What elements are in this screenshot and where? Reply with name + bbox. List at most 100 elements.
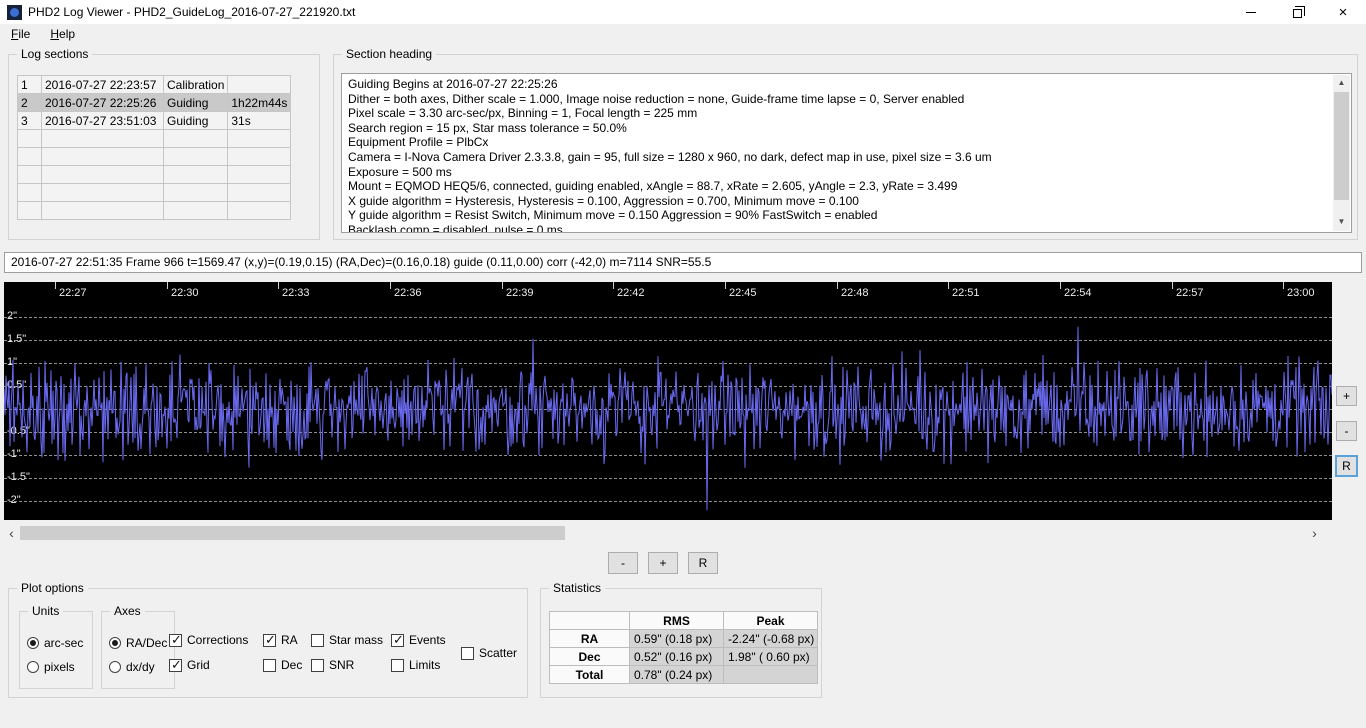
log-row-empty[interactable] — [17, 165, 292, 184]
log-row-datetime[interactable]: 2016-07-27 22:25:26 — [41, 93, 164, 112]
horizontal-zoom-out-button[interactable]: - — [608, 552, 638, 574]
log-row-empty[interactable] — [17, 183, 292, 202]
log-sections-table: 1 2016-07-27 22:23:57 Calibration 2 2016… — [17, 75, 292, 220]
log-row-number[interactable]: 2 — [17, 93, 42, 112]
close-button[interactable]: × — [1320, 0, 1366, 24]
log-text-line: Backlash comp = disabled, pulse = 0 ms — [348, 222, 563, 233]
checkbox-icon — [169, 657, 182, 673]
stats-row-total: Total 0.78" (0.24 px) — [549, 665, 818, 684]
radio-dx-dy[interactable]: dx/dy — [109, 660, 155, 674]
menu-help[interactable]: Help — [48, 26, 77, 42]
log-row-empty[interactable] — [17, 147, 292, 166]
scroll-left-icon[interactable]: ‹ — [4, 525, 19, 541]
log-text-line: Y guide algorithm = Resist Switch, Minim… — [348, 208, 878, 223]
stats-row-ra: RA 0.59" (0.18 px) -2.24" (-0.68 px) — [549, 629, 818, 648]
log-text-line: Search region = 15 px, Star mass toleran… — [348, 120, 627, 135]
log-row-duration[interactable]: 1h22m44s — [227, 93, 292, 112]
scrollbar-thumb[interactable] — [1334, 92, 1349, 200]
checkbox-icon — [391, 632, 404, 648]
statistics-table: RMS Peak RA 0.59" (0.18 px) -2.24" (-0.6… — [549, 611, 818, 684]
checkbox-ra[interactable]: RA — [263, 632, 298, 648]
log-text-line: X guide algorithm = Hysteresis, Hysteres… — [348, 193, 859, 208]
checkbox-icon — [263, 632, 276, 648]
radio-arc-sec[interactable]: arc-sec — [27, 636, 83, 650]
restore-button[interactable] — [1274, 0, 1320, 24]
stats-row-label: Total — [549, 665, 630, 684]
log-row-type[interactable]: Calibration — [162, 75, 229, 94]
stats-ra-peak: -2.24" (-0.68 px) — [723, 629, 818, 648]
checkbox-events[interactable]: Events — [391, 632, 446, 648]
log-row-duration[interactable]: 31s — [227, 111, 292, 130]
checkbox-icon — [311, 633, 324, 647]
scroll-down-icon[interactable]: ▼ — [1333, 214, 1350, 231]
checkbox-star-mass[interactable]: Star mass — [311, 633, 383, 647]
log-row-number[interactable]: 1 — [17, 75, 42, 94]
log-text-line: Equipment Profile = PlbCx — [348, 135, 489, 150]
log-row[interactable]: 2 2016-07-27 22:25:26 Guiding 1h22m44s — [17, 93, 292, 112]
vertical-zoom-reset-button[interactable]: R — [1335, 455, 1358, 477]
stats-corner-cell — [549, 611, 630, 630]
checkbox-label: Dec — [281, 658, 303, 672]
log-row-datetime[interactable]: 2016-07-27 22:23:57 — [41, 75, 164, 94]
checkbox-dec[interactable]: Dec — [263, 658, 302, 672]
graph-hscrollbar[interactable]: ‹ › — [4, 525, 1322, 541]
section-heading-textbox[interactable]: Guiding Begins at 2016-07-27 22:25:26 Di… — [341, 73, 1352, 233]
guide-trace — [4, 326, 1332, 511]
guide-graph[interactable]: 22:27 22:30 22:33 22:36 22:39 22:42 22:4… — [4, 282, 1332, 520]
vertical-zoom-in-button[interactable]: + — [1336, 386, 1357, 406]
log-sections-label: Log sections — [17, 47, 93, 61]
menu-file[interactable]: File — [9, 26, 32, 42]
section-heading-label: Section heading — [342, 47, 437, 61]
checkbox-grid[interactable]: Grid — [169, 657, 210, 673]
section-heading-group: Section heading Guiding Begins at 2016-0… — [333, 47, 1358, 240]
checkbox-label: Star mass — [329, 633, 384, 647]
plot-options-group: Plot options Units arc-sec pixels Axes R… — [8, 581, 528, 698]
radio-icon — [27, 661, 39, 673]
log-row-empty[interactable] — [17, 201, 292, 220]
stats-ra-rms: 0.59" (0.18 px) — [629, 629, 724, 648]
log-row-empty[interactable] — [17, 129, 292, 148]
checkbox-snr[interactable]: SNR — [311, 658, 354, 672]
stats-row-label: Dec — [549, 647, 630, 666]
log-row-datetime[interactable]: 2016-07-27 23:51:03 — [41, 111, 164, 130]
checkbox-limits[interactable]: Limits — [391, 658, 440, 672]
radio-pixels[interactable]: pixels — [27, 660, 75, 674]
restore-icon — [1292, 6, 1305, 18]
stats-total-rms: 0.78" (0.24 px) — [629, 665, 724, 684]
horizontal-zoom-in-button[interactable]: + — [648, 552, 678, 574]
log-row[interactable]: 1 2016-07-27 22:23:57 Calibration — [17, 75, 292, 94]
window-controls: × — [1228, 0, 1366, 24]
stats-header-peak: Peak — [723, 611, 818, 630]
log-row-duration[interactable] — [227, 75, 292, 94]
log-text-line: Exposure = 500 ms — [348, 164, 452, 179]
stats-header-row: RMS Peak — [549, 611, 818, 630]
horizontal-zoom-reset-button[interactable]: R — [688, 552, 718, 574]
stats-row-label: RA — [549, 629, 630, 648]
vertical-zoom-out-button[interactable]: - — [1336, 421, 1357, 441]
log-row-type[interactable]: Guiding — [162, 111, 229, 130]
log-row-number[interactable]: 3 — [17, 111, 42, 130]
log-row[interactable]: 3 2016-07-27 23:51:03 Guiding 31s — [17, 111, 292, 130]
titlebar: PHD2 Log Viewer - PHD2_GuideLog_2016-07-… — [0, 0, 1366, 24]
checkbox-label: Grid — [187, 658, 210, 672]
checkbox-scatter[interactable]: Scatter — [461, 646, 517, 660]
log-text-line: Guiding Begins at 2016-07-27 22:25:26 — [348, 77, 558, 91]
statistics-group: Statistics RMS Peak RA 0.59" (0.18 px) -… — [540, 581, 822, 698]
log-row-type[interactable]: Guiding — [162, 93, 229, 112]
radio-ra-dec[interactable]: RA/Dec — [109, 636, 167, 650]
scroll-right-icon[interactable]: › — [1307, 525, 1322, 541]
plot-options-label: Plot options — [17, 581, 88, 595]
scroll-up-icon[interactable]: ▲ — [1333, 75, 1350, 92]
section-scrollbar[interactable]: ▲ ▼ — [1333, 75, 1350, 231]
minimize-button[interactable] — [1228, 0, 1274, 24]
units-group: Units arc-sec pixels — [19, 604, 93, 689]
axes-label: Axes — [110, 604, 145, 618]
hscrollbar-thumb[interactable] — [20, 526, 565, 540]
checkbox-icon — [391, 658, 404, 672]
checkbox-icon — [461, 646, 474, 660]
app-icon — [7, 4, 22, 20]
checkbox-icon — [311, 658, 324, 672]
radio-label: arc-sec — [44, 636, 84, 650]
window-title: PHD2 Log Viewer - PHD2_GuideLog_2016-07-… — [28, 5, 356, 19]
checkbox-corrections[interactable]: Corrections — [169, 632, 248, 648]
